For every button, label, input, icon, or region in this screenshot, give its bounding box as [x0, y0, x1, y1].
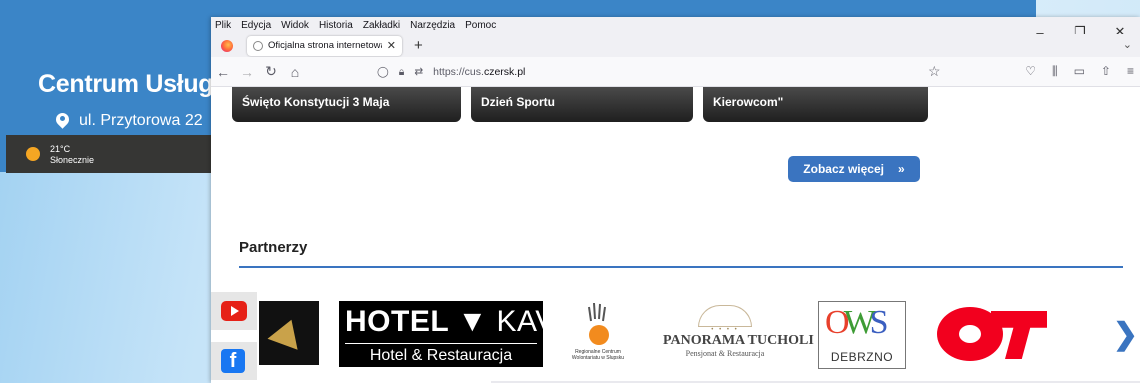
nav-bar: ← → ↻ ⌂ ◯ 🔒︎ ⇄ https://cus.czersk.pl ☆ ♡… — [211, 57, 1140, 87]
tab-close-icon[interactable]: ✕ — [387, 39, 396, 52]
weather-condition: Słonecznie — [50, 155, 95, 165]
menu-edycja[interactable]: Edycja — [241, 20, 271, 31]
forward-arrow-icon[interactable]: → — [235, 64, 259, 80]
double-chevron-icon: » — [898, 162, 905, 176]
event-card[interactable]: Dzień Sportu — [471, 87, 693, 122]
carousel-next-icon[interactable]: ❯ — [1113, 317, 1138, 352]
partner-logo-hotel-kavka[interactable]: HOTEL ▼ KAVKA Hotel & Restauracja — [339, 301, 596, 367]
address: ul. Przytorowa 22 — [56, 112, 203, 130]
url-bar[interactable]: ◯ 🔒︎ ⇄ https://cus.czersk.pl — [377, 61, 939, 83]
page-content: Święto Konstytucji 3 Maja Dzień Sportu K… — [211, 87, 1140, 383]
share-icon[interactable]: ⇧ — [1101, 64, 1111, 79]
sun-icon — [26, 147, 40, 161]
weather-temp: 21°C — [50, 144, 71, 154]
toolbar-icons: ♡ ⫼ ▭ ⇧ ≡ — [1025, 64, 1134, 79]
reload-icon[interactable]: ↻ — [259, 63, 283, 80]
see-more-button[interactable]: Zobacz więcej » — [788, 156, 920, 182]
permissions-icon[interactable]: ⇄ — [414, 66, 423, 78]
divider — [239, 266, 1123, 268]
facebook-icon: f — [221, 349, 245, 373]
tab-list-chevron-icon[interactable]: ⌄ — [1123, 38, 1132, 51]
home-icon[interactable]: ⌂ — [283, 64, 307, 80]
lock-icon[interactable]: 🔒︎ — [399, 66, 405, 79]
youtube-icon — [221, 301, 247, 321]
shield-icon[interactable]: ◯ — [377, 66, 389, 78]
menu-historia[interactable]: Historia — [319, 20, 353, 31]
firefox-icon[interactable] — [221, 39, 233, 52]
event-card[interactable]: Kierowcom" — [703, 87, 928, 122]
menu-widok[interactable]: Widok — [281, 20, 309, 31]
browser-window: Plik Edycja Widok Historia Zakładki Narz… — [211, 17, 1140, 383]
url-text[interactable]: https://cus.czersk.pl — [433, 66, 525, 78]
partner-logo-panorama-tucholi[interactable]: • • • • PANORAMA TUCHOLI Pensjonat & Res… — [663, 301, 814, 367]
tab-active[interactable]: Oficjalna strona internetowa Ce ✕ — [247, 35, 402, 56]
menu-narzedzia[interactable]: Narzędzia — [410, 20, 455, 31]
partner-logo-ot[interactable] — [933, 301, 1055, 367]
rcw-sun-icon — [589, 325, 609, 345]
bookmark-star-icon[interactable]: ☆ — [928, 63, 941, 80]
address-text: ul. Przytorowa 22 — [79, 112, 203, 129]
menu-pomoc[interactable]: Pomoc — [465, 20, 496, 31]
partner-logo-ows-debrzno[interactable]: OWS DEBRZNO — [818, 301, 906, 369]
menu-bar: Plik Edycja Widok Historia Zakładki Narz… — [211, 17, 1140, 34]
tab-title: Oficjalna strona internetowa Ce — [268, 40, 382, 51]
back-arrow-icon[interactable]: ← — [211, 64, 235, 80]
event-card[interactable]: Święto Konstytucji 3 Maja — [232, 87, 461, 122]
menu-hamburger-icon[interactable]: ≡ — [1127, 64, 1134, 79]
menu-zakladki[interactable]: Zakładki — [363, 20, 400, 31]
location-pin-icon — [56, 113, 69, 130]
partners-heading: Partnerzy — [239, 239, 308, 256]
tab-bar: Oficjalna strona internetowa Ce ✕ + ⌄ — [211, 34, 1140, 57]
pocket-icon[interactable]: ♡ — [1025, 64, 1036, 79]
menu-plik[interactable]: Plik — [215, 20, 231, 31]
see-more-label: Zobacz więcej — [803, 162, 884, 176]
globe-icon — [253, 40, 263, 51]
weather-widget: 21°C Słonecznie — [6, 135, 212, 173]
library-icon[interactable]: ⫼ — [1052, 64, 1058, 79]
partner-logo-gold[interactable] — [259, 301, 319, 365]
facebook-link[interactable]: f — [211, 342, 257, 380]
new-tab-button[interactable]: + — [414, 37, 423, 54]
youtube-link[interactable] — [211, 292, 257, 330]
sidebar-icon[interactable]: ▭ — [1074, 64, 1085, 79]
building-icon — [698, 305, 752, 327]
gold-emblem-icon — [267, 314, 307, 350]
partner-logo-rcw[interactable]: Regionalne Centrum Wolontariatu w Słupsk… — [563, 301, 633, 371]
